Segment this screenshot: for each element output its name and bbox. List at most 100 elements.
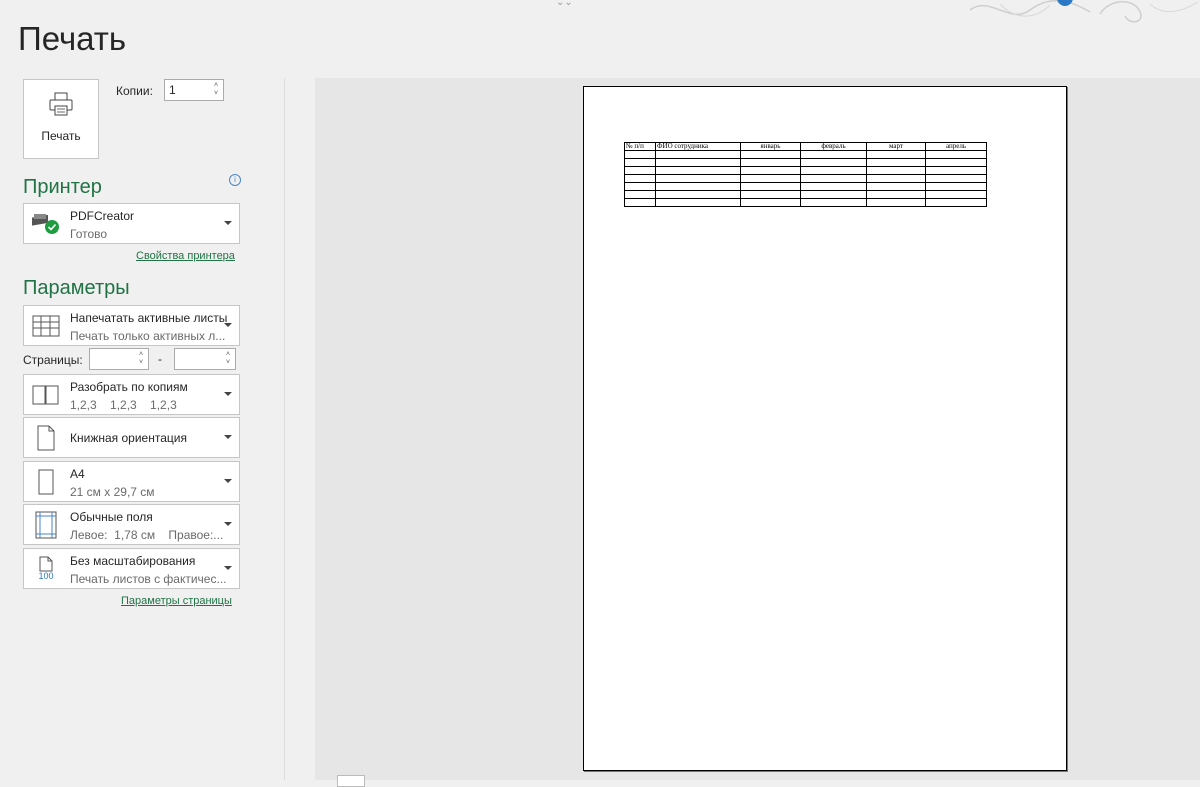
printer-heading: Принтер bbox=[23, 176, 102, 198]
table-header-cell: февраль bbox=[800, 142, 867, 151]
settings-heading: Параметры bbox=[23, 277, 130, 299]
info-icon[interactable]: i bbox=[229, 174, 241, 186]
table-cell bbox=[866, 198, 926, 207]
table-cell bbox=[866, 158, 926, 167]
sheet-grid-icon bbox=[28, 306, 64, 345]
table-cell bbox=[800, 198, 867, 207]
paper-size-subtitle: 21 см x 29,7 см bbox=[70, 485, 155, 499]
page-setup-link[interactable]: Параметры страницы bbox=[121, 595, 232, 607]
table-row bbox=[624, 158, 987, 167]
table-header-cell: № п/п bbox=[624, 142, 656, 151]
table-cell bbox=[866, 190, 926, 199]
orientation-dropdown[interactable]: Книжная ориентация bbox=[23, 417, 240, 458]
table-cell bbox=[800, 150, 867, 159]
table-cell bbox=[740, 150, 801, 159]
table-cell bbox=[655, 182, 741, 191]
scaling-title: Без масштабирования bbox=[70, 554, 196, 568]
table-cell bbox=[624, 158, 656, 167]
chevron-down-icon bbox=[224, 392, 232, 396]
collation-dropdown[interactable]: Разобрать по копиям 1,2,3 1,2,3 1,2,3 bbox=[23, 374, 240, 415]
table-row bbox=[624, 174, 987, 183]
chevron-down-icon bbox=[224, 479, 232, 483]
window-title-fragment: ⌄⌄ bbox=[556, 0, 573, 8]
print-what-dropdown[interactable]: Напечатать активные листы Печать только … bbox=[23, 305, 240, 346]
pages-to-arrows[interactable]: ˄ ˅ bbox=[223, 349, 233, 369]
table-cell bbox=[624, 150, 656, 159]
pages-from-spinner[interactable]: ˄ ˅ bbox=[89, 348, 149, 370]
chevron-down-icon bbox=[224, 221, 232, 225]
pages-label: Страницы: bbox=[23, 353, 83, 367]
printer-status-icon bbox=[28, 204, 64, 243]
table-cell bbox=[655, 158, 741, 167]
table-cell bbox=[866, 174, 926, 183]
printer-dropdown[interactable]: PDFCreator Готово bbox=[23, 203, 240, 244]
table-cell bbox=[655, 150, 741, 159]
page-navigation-box[interactable] bbox=[337, 775, 365, 787]
table-cell bbox=[624, 182, 656, 191]
portrait-page-icon bbox=[28, 418, 64, 457]
table-header-cell: март bbox=[866, 142, 926, 151]
copies-input[interactable] bbox=[165, 80, 213, 100]
copies-spinner[interactable]: ˄˅ bbox=[164, 79, 224, 101]
margins-icon bbox=[28, 505, 64, 544]
table-row bbox=[624, 182, 987, 191]
print-what-title: Напечатать активные листы bbox=[70, 311, 228, 325]
table-cell bbox=[655, 190, 741, 199]
table-cell bbox=[740, 198, 801, 207]
table-cell bbox=[655, 198, 741, 207]
table-header-cell: апрель bbox=[925, 142, 987, 151]
printer-status: Готово bbox=[70, 227, 108, 241]
paper-size-title: А4 bbox=[70, 467, 85, 481]
table-cell bbox=[740, 166, 801, 175]
chevron-down-icon bbox=[224, 323, 232, 327]
scaling-icon-text: 100 bbox=[38, 571, 54, 581]
chevron-down-icon bbox=[224, 566, 232, 570]
table-cell bbox=[925, 158, 987, 167]
table-header-cell: январь bbox=[740, 142, 801, 151]
page-title: Печать bbox=[18, 20, 127, 57]
table-row bbox=[624, 198, 987, 207]
table-cell bbox=[925, 174, 987, 183]
table-cell bbox=[655, 166, 741, 175]
pages-from-input[interactable] bbox=[90, 349, 138, 369]
table-cell bbox=[624, 174, 656, 183]
chevron-down-icon bbox=[224, 522, 232, 526]
printer-properties-link[interactable]: Свойства принтера bbox=[136, 250, 235, 262]
header-decoration bbox=[960, 0, 1200, 28]
scaling-subtitle: Печать листов с фактичес... bbox=[70, 572, 227, 586]
pages-to-spinner[interactable]: ˄ ˅ bbox=[174, 348, 236, 370]
printer-name: PDFCreator bbox=[70, 209, 135, 223]
table-cell bbox=[866, 166, 926, 175]
pages-from-arrows[interactable]: ˄ ˅ bbox=[136, 349, 146, 369]
table-row bbox=[624, 166, 987, 175]
collation-title: Разобрать по копиям bbox=[70, 380, 188, 394]
table-cell bbox=[925, 198, 987, 207]
table-cell bbox=[800, 174, 867, 183]
preview-table: № п/п ФИО сотрудника январь февраль март… bbox=[624, 142, 987, 207]
copies-label: Копии: bbox=[116, 84, 153, 98]
table-cell bbox=[624, 198, 656, 207]
table-cell bbox=[925, 166, 987, 175]
orientation-title: Книжная ориентация bbox=[70, 431, 187, 445]
print-what-subtitle: Печать только активных л... bbox=[70, 329, 226, 343]
paper-size-dropdown[interactable]: А4 21 см x 29,7 см bbox=[23, 461, 240, 502]
pages-to-input[interactable] bbox=[175, 349, 223, 369]
collate-icon bbox=[28, 375, 64, 414]
table-cell bbox=[866, 150, 926, 159]
table-header-row: № п/п ФИО сотрудника январь февраль март… bbox=[624, 142, 987, 151]
table-cell bbox=[740, 190, 801, 199]
chevron-down-icon bbox=[224, 435, 232, 439]
table-row bbox=[624, 190, 987, 199]
scaling-dropdown[interactable]: 100 Без масштабирования Печать листов с … bbox=[23, 548, 240, 589]
table-cell bbox=[925, 150, 987, 159]
collation-subtitle: 1,2,3 1,2,3 1,2,3 bbox=[70, 398, 177, 412]
table-cell bbox=[624, 166, 656, 175]
table-row bbox=[624, 150, 987, 159]
margins-subtitle: Левое: 1,78 см Правое:... bbox=[70, 528, 224, 542]
print-button[interactable]: Печать bbox=[23, 79, 99, 159]
table-cell bbox=[740, 158, 801, 167]
margins-dropdown[interactable]: Обычные поля Левое: 1,78 см Правое:... bbox=[23, 504, 240, 545]
copies-spinner-arrows[interactable]: ˄ ˅ bbox=[211, 80, 221, 100]
table-cell bbox=[866, 182, 926, 191]
scaling-icon: 100 bbox=[28, 549, 64, 588]
